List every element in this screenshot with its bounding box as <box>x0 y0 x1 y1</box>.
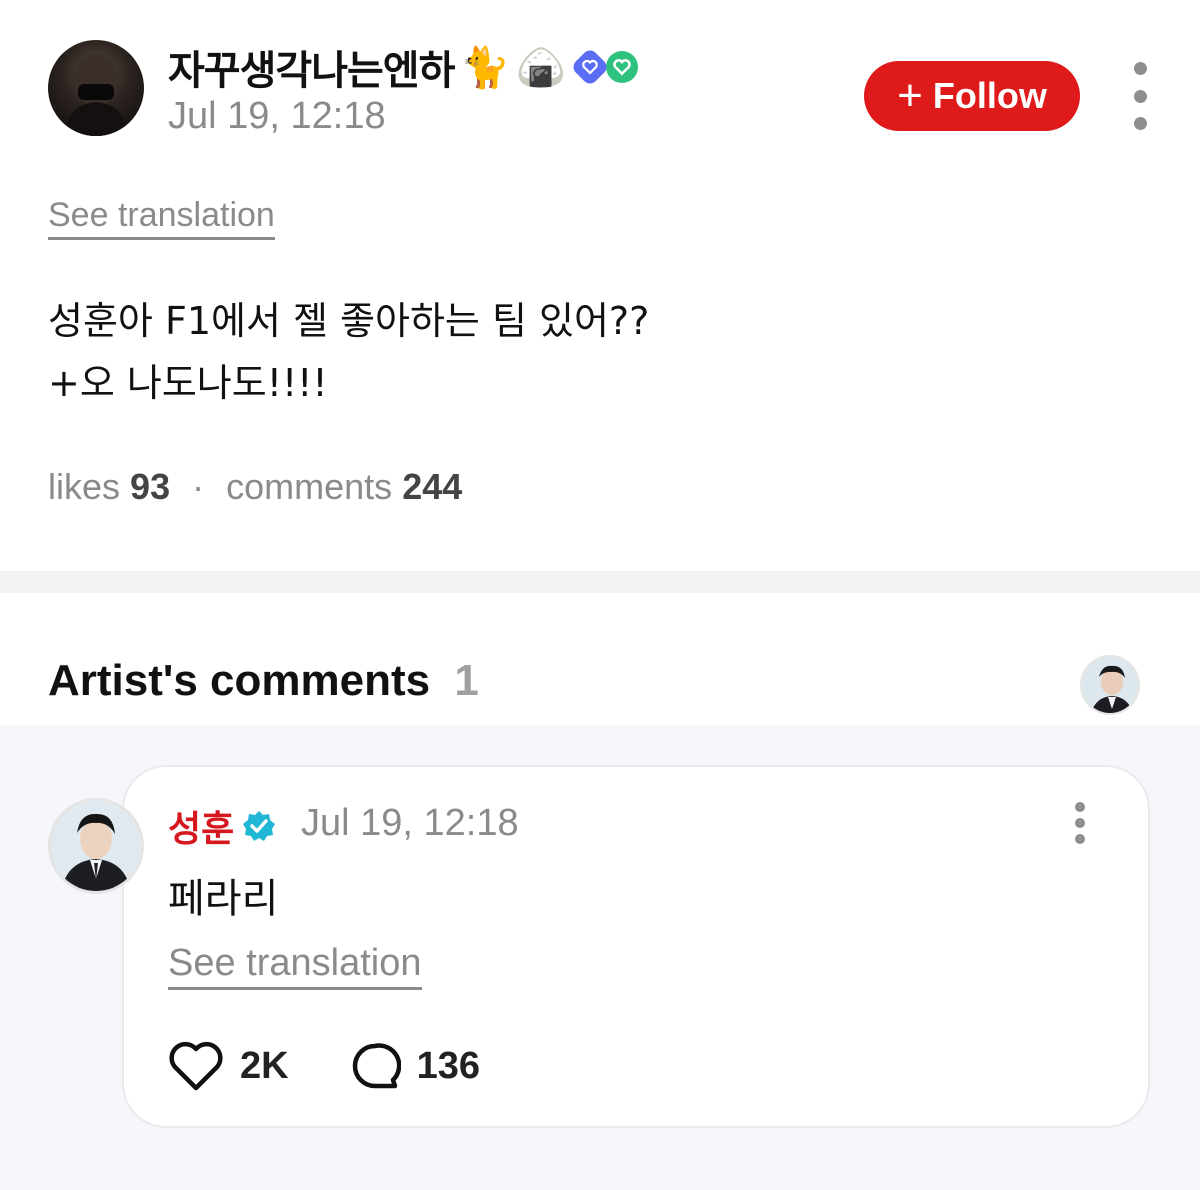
author-badges <box>570 47 639 87</box>
more-dot <box>1133 117 1147 130</box>
comments-count[interactable]: 244 <box>402 466 462 507</box>
artist-comments-count: 1 <box>454 656 479 705</box>
reply-button[interactable]: 136 <box>349 1040 480 1092</box>
artist-thumb-photo <box>1091 665 1133 713</box>
post-content: 성훈아 F1에서 젤 좋아하는 팀 있어?? +오 나도나도!!!! <box>48 290 1148 414</box>
like-count: 2K <box>240 1044 289 1087</box>
comment-timestamp: Jul 19, 12:18 <box>301 802 519 844</box>
post-timestamp: Jul 19, 12:18 <box>168 95 386 137</box>
comment-more-options-icon[interactable] <box>1066 802 1094 844</box>
comment-see-translation-link[interactable]: See translation <box>168 942 422 990</box>
plus-icon: + <box>897 71 923 120</box>
author-avatar[interactable] <box>48 40 144 136</box>
more-dot <box>1133 62 1147 75</box>
post-text-line: +오 나도나도!!!! <box>48 361 328 405</box>
heart-outline-icon <box>169 1041 223 1091</box>
rice-ball-emoji: 🍙 <box>516 44 567 91</box>
stats-separator: · <box>192 466 205 507</box>
post-detail-page: 자꾸생각나는엔하 🐈 🍙 Jul 19, 12:18 + Follow See <box>0 0 1200 1190</box>
post-stats: likes 93 · comments 244 <box>48 466 462 508</box>
speech-bubble-icon <box>352 1043 401 1089</box>
avatar-photo <box>62 54 130 136</box>
artist-avatar-photo <box>51 801 141 891</box>
like-button[interactable]: 2K <box>168 1040 289 1092</box>
comment-author-name: 성훈 <box>168 809 235 850</box>
comment-actions: 2K 136 <box>168 1038 480 1094</box>
blue-heart-badge-icon <box>570 47 610 87</box>
follow-button[interactable]: + Follow <box>864 61 1080 131</box>
post-more-options-icon[interactable] <box>1120 62 1160 130</box>
comment-author[interactable]: 성훈 <box>168 800 276 852</box>
reply-count: 136 <box>416 1044 480 1087</box>
more-dot <box>1075 818 1085 828</box>
author-name-text: 자꾸생각나는엔하 <box>168 48 455 94</box>
more-dot <box>1133 89 1147 103</box>
cat-emoji: 🐈 <box>460 44 511 91</box>
author-name[interactable]: 자꾸생각나는엔하 🐈 🍙 <box>168 38 639 96</box>
artist-comments-heading: Artist's comments 1 <box>48 656 479 706</box>
artist-avatar[interactable] <box>48 798 144 894</box>
post-see-translation-link[interactable]: See translation <box>48 196 275 240</box>
post-header: 자꾸생각나는엔하 🐈 🍙 Jul 19, 12:18 + Follow <box>0 0 1200 170</box>
green-heart-badge-icon <box>606 51 639 83</box>
follow-label: Follow <box>932 75 1047 116</box>
more-dot <box>1075 802 1085 812</box>
section-divider <box>0 571 1200 593</box>
more-dot <box>1075 834 1085 844</box>
likes-label[interactable]: likes <box>48 466 120 507</box>
artist-thumbnail-avatar[interactable] <box>1080 655 1140 715</box>
comment-text: 페라리 <box>168 876 279 922</box>
comments-label[interactable]: comments <box>226 466 392 507</box>
artist-comments-title: Artist's comments <box>48 656 431 705</box>
verified-badge-icon <box>242 809 276 843</box>
likes-count[interactable]: 93 <box>130 466 170 507</box>
post-text-line: 성훈아 F1에서 젤 좋아하는 팀 있어?? <box>48 299 650 343</box>
